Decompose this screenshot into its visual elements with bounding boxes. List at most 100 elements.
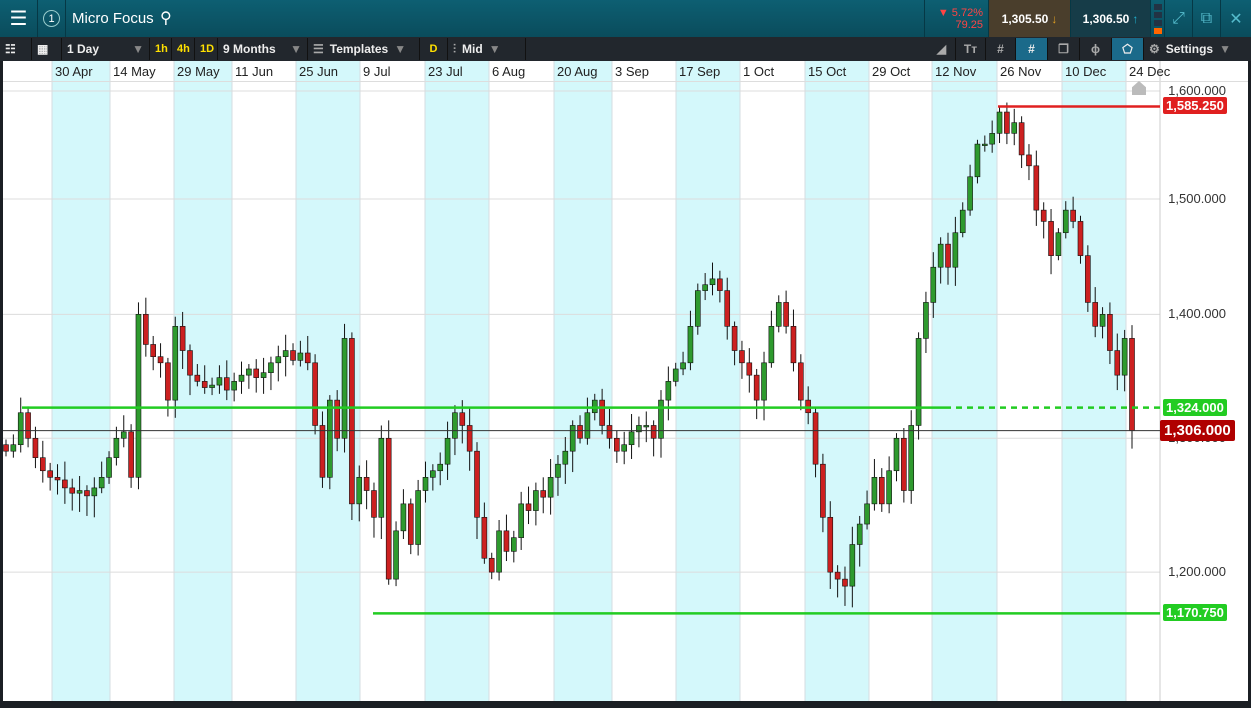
current-price-tag: 1,306.000 bbox=[1160, 419, 1235, 441]
candle-down bbox=[820, 463, 826, 518]
candle-up bbox=[444, 437, 451, 465]
change-display: ▼ 5.72% 79.25 bbox=[924, 0, 989, 37]
price-tick-label: 1,400.000 bbox=[1168, 306, 1226, 322]
candle-up bbox=[967, 176, 973, 211]
price-type-select[interactable]: ⫶ Mid ▼ bbox=[448, 38, 526, 60]
candle-up bbox=[246, 368, 252, 376]
candle-down bbox=[253, 368, 260, 378]
search-icon[interactable]: ⚲ bbox=[160, 8, 172, 28]
indicator-icon[interactable]: ϕ bbox=[1080, 38, 1112, 60]
candle-up bbox=[356, 477, 363, 505]
chart-area[interactable]: 30 Apr 14 May 29 May 11 Jun 25 Jun 9 Jul 23 Ju… bbox=[3, 61, 1248, 701]
candle-down bbox=[47, 470, 53, 478]
candle-down bbox=[731, 326, 738, 351]
layout-icon[interactable]: ▦ bbox=[32, 38, 62, 60]
close-icon[interactable]: ✕ bbox=[1221, 0, 1251, 37]
candle-up bbox=[628, 431, 635, 446]
settings-label: Settings bbox=[1165, 42, 1214, 56]
range-select[interactable]: 9 Months ▼ bbox=[218, 38, 308, 60]
candle-down bbox=[945, 243, 951, 268]
settings-button[interactable]: ⚙ Settings ▼ bbox=[1144, 38, 1251, 60]
candle-up bbox=[996, 111, 1003, 134]
candle-down bbox=[371, 490, 377, 518]
candle-down bbox=[304, 352, 311, 364]
candle-down bbox=[650, 425, 657, 439]
link-group-icon[interactable]: 1 bbox=[38, 0, 66, 37]
candle-down bbox=[577, 425, 583, 439]
candle-up bbox=[694, 290, 701, 327]
candle-down bbox=[525, 503, 532, 511]
candle-down bbox=[349, 338, 355, 505]
candle-up bbox=[437, 463, 444, 472]
text-size-icon[interactable]: Tт bbox=[956, 38, 986, 60]
candle-up bbox=[216, 377, 223, 386]
date-tick-label: 24 Dec bbox=[1129, 64, 1171, 79]
candle-down bbox=[503, 530, 510, 552]
templates-select[interactable]: ☰ Templates ▼ bbox=[308, 38, 420, 60]
candle-down bbox=[812, 412, 819, 465]
candle-up bbox=[378, 437, 385, 518]
grid-icon[interactable]: # bbox=[986, 38, 1016, 60]
candle-down bbox=[1114, 350, 1121, 376]
candle-up bbox=[930, 266, 937, 303]
price-tick-label: 1,600.000 bbox=[1168, 83, 1226, 98]
instrument-title[interactable]: Micro Focus bbox=[72, 10, 154, 27]
sell-button[interactable]: 1,305.50 ↓ bbox=[989, 0, 1071, 37]
label-icon[interactable]: ⬠ bbox=[1112, 38, 1144, 60]
candle-down bbox=[827, 516, 834, 573]
menu-icon[interactable]: ☰ bbox=[0, 0, 38, 37]
week-band bbox=[174, 61, 232, 701]
quick-1d[interactable]: 1D bbox=[195, 38, 218, 60]
resistance-tag: 1,585.250 bbox=[1163, 97, 1227, 115]
interval-select[interactable]: 1 Day ▼ bbox=[62, 38, 150, 60]
candle-up bbox=[849, 544, 856, 587]
candle-up bbox=[172, 326, 179, 401]
date-tick-label: 11 Jun bbox=[235, 64, 274, 79]
d-button[interactable]: D bbox=[420, 38, 448, 60]
candle-up bbox=[665, 381, 672, 401]
quick-1h[interactable]: 1h bbox=[150, 38, 172, 60]
list-icon[interactable]: ☷ bbox=[0, 38, 32, 60]
week-band bbox=[425, 61, 489, 701]
quick-4h[interactable]: 4h bbox=[172, 38, 195, 60]
date-tick-label: 26 Nov bbox=[1000, 64, 1042, 79]
candle-down bbox=[783, 302, 789, 327]
candle-up bbox=[658, 399, 664, 439]
candle-down bbox=[32, 437, 39, 458]
range-value: 9 Months bbox=[223, 42, 276, 56]
layers-icon[interactable]: ❐ bbox=[1048, 38, 1080, 60]
price-tick-label: 1,500.000 bbox=[1168, 190, 1226, 206]
candle-down bbox=[84, 490, 90, 497]
date-tick-label: 12 Nov bbox=[935, 64, 977, 79]
candle-up bbox=[974, 143, 981, 178]
candle-down bbox=[746, 362, 753, 376]
templates-label: Templates bbox=[329, 42, 389, 56]
date-tick-label: 10 Dec bbox=[1065, 64, 1107, 79]
candle-down bbox=[157, 356, 164, 364]
candle-up bbox=[422, 477, 429, 491]
popout-icon[interactable]: ⧉ bbox=[1193, 0, 1221, 37]
candle-down bbox=[290, 350, 296, 361]
candle-up bbox=[864, 503, 870, 525]
candle-up bbox=[106, 457, 112, 478]
candle-up bbox=[643, 425, 650, 428]
drawing-icon[interactable]: ◢ bbox=[928, 38, 956, 60]
crosshair-grid-icon[interactable]: # bbox=[1016, 38, 1048, 60]
signal-strength-icon bbox=[1151, 0, 1165, 37]
candle-down bbox=[3, 444, 9, 452]
candle-up bbox=[1099, 314, 1106, 327]
candle-up bbox=[1055, 232, 1062, 256]
candle-up bbox=[1062, 209, 1069, 234]
candle-up bbox=[327, 399, 333, 478]
candle-up bbox=[98, 477, 105, 489]
candle-down bbox=[805, 399, 811, 414]
candle-down bbox=[1018, 122, 1025, 156]
candle-down bbox=[717, 278, 723, 291]
candle-up bbox=[555, 463, 561, 478]
candle-down bbox=[790, 326, 797, 364]
buy-button[interactable]: 1,306.50 ↑ bbox=[1071, 0, 1151, 37]
maximize-icon[interactable]: ⤢ bbox=[1165, 0, 1193, 37]
date-tick-label: 29 Oct bbox=[872, 64, 911, 79]
candle-down bbox=[1077, 221, 1084, 256]
candle-up bbox=[871, 477, 878, 505]
